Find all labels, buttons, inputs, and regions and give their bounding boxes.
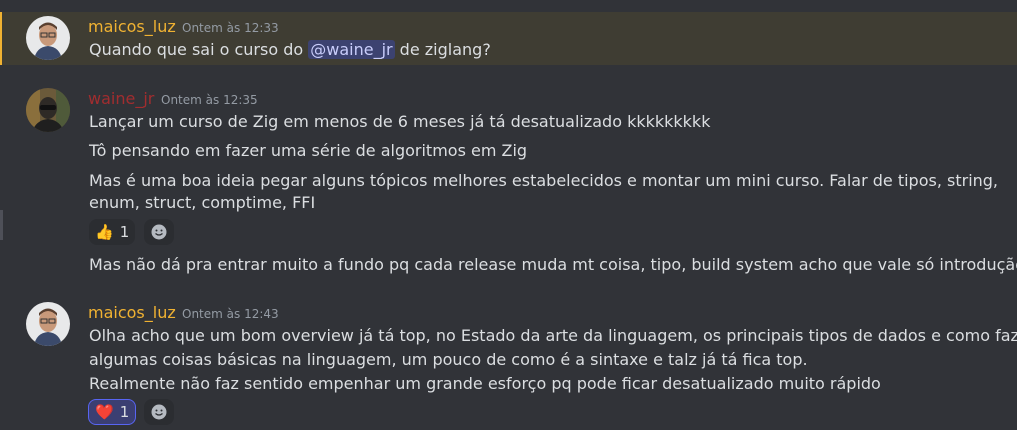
timestamp: Ontem às 12:33 [182,21,279,35]
smiley-add-icon [151,224,167,240]
add-reaction-button[interactable] [144,399,174,425]
message-line: algumas coisas básicas na linguagem, um … [89,350,808,369]
avatar[interactable] [26,302,70,346]
timestamp: Ontem às 12:35 [161,93,258,107]
message-1: maicos_luz Ontem às 12:33 Quando que sai… [0,12,1017,65]
avatar[interactable] [26,88,70,132]
message-line: enum, struct, comptime, FFI [89,193,316,212]
add-reaction-button[interactable] [144,219,174,245]
author-name[interactable]: waine_jr [88,89,154,108]
text-before: Quando que sai o curso do [89,40,309,59]
author-name[interactable]: maicos_luz [88,17,176,36]
message-line: Realmente não faz sentido empenhar um gr… [89,374,881,393]
message-3: maicos_luz Ontem às 12:43 Olha acho que … [0,300,1017,430]
message-line: Mas é uma boa ideia pegar alguns tópicos… [89,171,999,190]
avatar[interactable] [26,16,70,60]
message-2: waine_jr Ontem às 12:35 Lançar um curso … [0,86,1017,286]
message-line: Olha acho que um bom overview já tá top,… [89,326,1017,345]
timestamp: Ontem às 12:43 [182,307,279,321]
heart-icon: ❤️ [95,403,114,421]
reaction-count: 1 [119,223,130,241]
message-line: Mas não dá pra entrar muito a fundo pq c… [89,255,1017,274]
text-after: de ziglang? [394,40,491,59]
message-line: Lançar um curso de Zig em menos de 6 mes… [89,112,711,131]
author-name[interactable]: maicos_luz [88,303,176,322]
message-line: Tô pensando em fazer uma série de algori… [89,141,528,160]
reaction-heart[interactable]: ❤️ 1 [88,399,137,425]
message-text: Quando que sai o curso do @waine_jr de z… [89,39,491,61]
smiley-add-icon [151,404,167,420]
thumbs-up-icon: 👍 [95,223,114,241]
reaction-thumbs-up[interactable]: 👍 1 [89,219,136,245]
reaction-count: 1 [119,403,130,421]
user-mention[interactable]: @waine_jr [308,40,395,59]
